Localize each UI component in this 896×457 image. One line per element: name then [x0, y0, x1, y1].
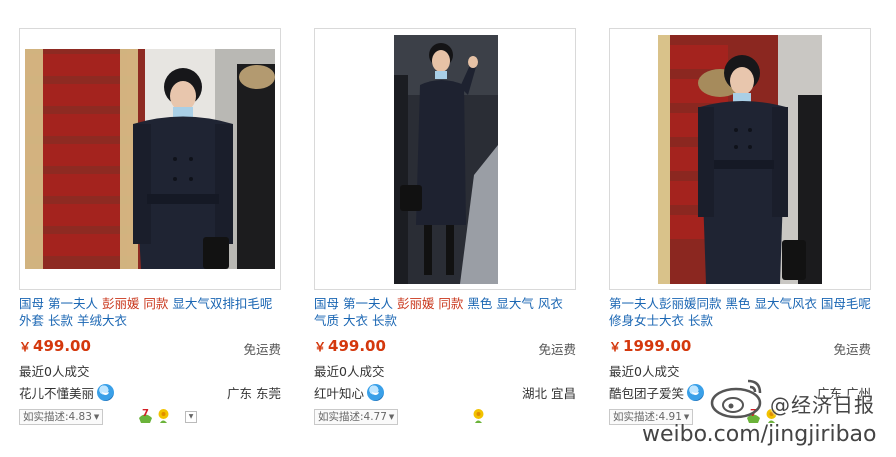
rating-label: 如实描述:4.91: [613, 411, 682, 423]
product-thumbnail[interactable]: [314, 28, 576, 290]
yellow-flower-icon: [158, 409, 169, 423]
seller-location: 湖北 宜昌: [522, 386, 576, 401]
price-value: 499.00: [328, 337, 386, 355]
price-value: 1999.00: [623, 337, 692, 355]
wangwang-chat-icon[interactable]: [367, 384, 385, 401]
seller-info: 花儿不懂美丽: [19, 383, 115, 402]
product-thumbnail[interactable]: [19, 28, 281, 290]
rating-dropdown[interactable]: 如实描述:4.77 ▼: [314, 409, 399, 425]
product-photo: [25, 49, 275, 269]
currency-symbol: ￥: [314, 340, 327, 354]
seller-location: 广东 广州: [817, 386, 871, 401]
wangwang-chat-icon[interactable]: [687, 384, 705, 401]
seller-info: 红叶知心: [314, 383, 385, 402]
svg-text:7: 7: [750, 408, 757, 419]
seller-name-link[interactable]: 红叶知心: [314, 383, 364, 402]
title-text: 国母 第一夫人: [19, 296, 102, 311]
product-title-link[interactable]: 国母 第一夫人 彭丽媛 同款 黑色 显大气 风衣 气质 大衣 长款: [314, 295, 576, 329]
title-keyword-highlight: 彭丽媛 同款: [396, 296, 464, 311]
wangwang-chat-icon[interactable]: [97, 384, 115, 401]
caret-down-icon: ▼: [683, 413, 690, 421]
seller-info: 酷包团子爱笑: [609, 383, 705, 402]
svg-text:7: 7: [142, 408, 149, 419]
currency-symbol: ￥: [609, 340, 622, 354]
rating-label: 如实描述:4.77: [318, 411, 387, 423]
product-title-link[interactable]: 第一夫人彭丽媛同款 黑色 显大气风衣 国母毛呢修身女士大衣 长款: [609, 295, 871, 329]
product-photo: [658, 35, 822, 284]
weibo-url: weibo.com/jingjiribao: [642, 422, 877, 447]
sales-count: 最近0人成交: [609, 364, 680, 379]
rating-label: 如实描述:4.83: [23, 411, 92, 423]
seller-location: 广东 东莞: [227, 386, 281, 401]
seller-name-link[interactable]: 酷包团子爱笑: [609, 383, 684, 402]
title-keyword-highlight: 彭丽媛 同款: [101, 296, 169, 311]
sales-count: 最近0人成交: [19, 364, 90, 379]
product-price: ￥ 499.00: [314, 337, 386, 355]
yellow-flower-icon: [766, 409, 777, 423]
more-dropdown-button[interactable]: ▼: [185, 411, 197, 423]
free-shipping-label: 免运费: [538, 342, 576, 357]
product-thumbnail[interactable]: [609, 28, 871, 290]
caret-down-icon: ▼: [93, 413, 100, 421]
product-price: ￥ 499.00: [19, 337, 91, 355]
seven-day-return-icon: 7: [747, 408, 760, 423]
title-text: 第一夫人彭丽媛同款 黑色 显大气风衣 国母毛呢修身女士大衣 长款: [609, 296, 871, 328]
rating-dropdown[interactable]: 如实描述:4.91 ▼: [609, 409, 694, 425]
caret-down-icon: ▼: [388, 413, 395, 421]
price-value: 499.00: [33, 337, 91, 355]
product-photo: [394, 35, 498, 284]
rating-dropdown[interactable]: 如实描述:4.83 ▼: [19, 409, 104, 425]
free-shipping-label: 免运费: [833, 342, 871, 357]
product-title-link[interactable]: 国母 第一夫人 彭丽媛 同款 显大气双排扣毛呢外套 长款 羊绒大衣: [19, 295, 281, 329]
free-shipping-label: 免运费: [243, 342, 281, 357]
seven-day-return-icon: 7: [139, 408, 152, 423]
title-text: 国母 第一夫人: [314, 296, 397, 311]
yellow-flower-icon: [473, 409, 484, 423]
seller-name-link[interactable]: 花儿不懂美丽: [19, 383, 94, 402]
sales-count: 最近0人成交: [314, 364, 385, 379]
currency-symbol: ￥: [19, 340, 32, 354]
product-price: ￥ 1999.00: [609, 337, 691, 355]
